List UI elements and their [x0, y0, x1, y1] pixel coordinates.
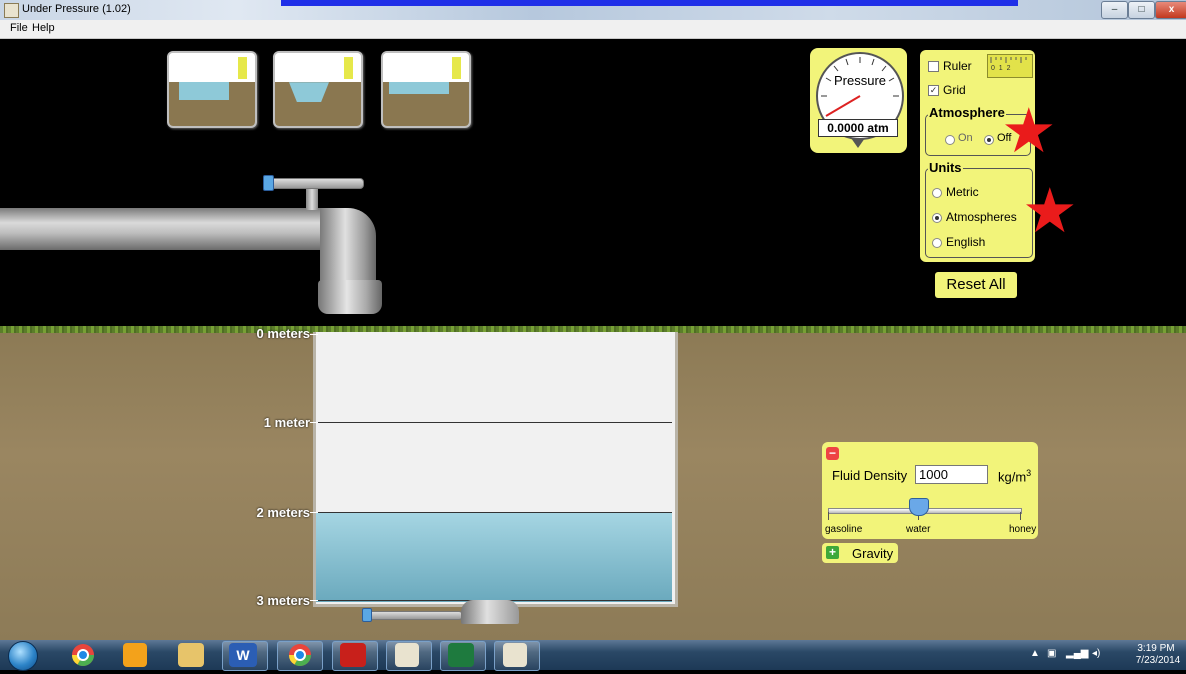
ruler-icon: 0 1 2 [987, 54, 1033, 78]
clock-date[interactable]: 7/23/2014 [1132, 655, 1184, 666]
drain-outlet [461, 600, 519, 624]
depth-tick-3 [310, 600, 318, 601]
word-icon[interactable]: W [229, 643, 257, 667]
java-icon[interactable] [395, 643, 419, 667]
depth-label-2: 2 meters [256, 505, 310, 520]
chrome-icon[interactable] [285, 643, 315, 667]
network-device-icon[interactable]: ▣ [1047, 648, 1056, 659]
menu-file[interactable]: File [10, 22, 28, 34]
fluid-density-unit: kg/m3 [998, 468, 1031, 484]
units-atmospheres-label[interactable]: Atmospheres [946, 210, 1017, 224]
java-icon[interactable] [503, 643, 527, 667]
start-button[interactable] [8, 641, 38, 671]
drain-flow-slider[interactable] [366, 611, 463, 620]
clock-time[interactable]: 3:19 PM [1132, 643, 1180, 654]
faucet-stem [306, 186, 318, 210]
density-tick-honey [1020, 512, 1021, 520]
star-icon: ★ [1001, 97, 1057, 166]
density-label-honey: honey [1009, 524, 1037, 535]
units-title: Units [928, 160, 963, 175]
atmosphere-off-radio[interactable] [984, 135, 994, 145]
depth-tick-1 [310, 422, 318, 423]
density-label-water: water [906, 524, 931, 535]
density-label-gasoline: gasoline [825, 524, 863, 535]
faucet-pipe [0, 208, 345, 250]
menu-bar [0, 20, 1186, 39]
scene-1-button[interactable] [167, 51, 257, 128]
units-atmospheres-radio[interactable] [932, 213, 942, 223]
pressure-readout: 0.0000 atm [818, 119, 898, 137]
depth-label-1: 1 meter [263, 415, 310, 430]
units-english-radio[interactable] [932, 238, 942, 248]
fluid-density-slider-thumb[interactable] [909, 498, 929, 516]
faucet-slider-knob[interactable] [263, 175, 274, 191]
units-metric-radio[interactable] [932, 188, 942, 198]
fluid-density-input[interactable] [915, 465, 988, 484]
java-app-icon [4, 3, 19, 18]
maximize-button[interactable]: □ [1128, 1, 1155, 19]
grid-line-2m [316, 512, 672, 513]
faucet-nozzle [318, 280, 382, 314]
depth-label-0: 0 meters [256, 326, 310, 341]
gauge-needle [825, 95, 861, 117]
atmosphere-on-label[interactable]: On [958, 132, 973, 144]
ruler-checkbox[interactable] [928, 61, 939, 72]
gravity-label[interactable]: Gravity [852, 546, 893, 561]
excel-icon[interactable] [448, 643, 474, 667]
atmosphere-on-radio[interactable] [945, 135, 955, 145]
faucet-flow-slider[interactable] [267, 178, 364, 189]
window-title: Under Pressure (1.02) [22, 3, 131, 15]
show-hidden-icons-icon[interactable]: ▲ [1030, 648, 1040, 659]
depth-tick-0 [310, 334, 318, 335]
outlook-icon[interactable] [123, 643, 147, 667]
minimize-button[interactable]: – [1101, 1, 1128, 19]
gauge-pointer-icon [851, 138, 865, 148]
expand-gravity-button[interactable]: + [826, 546, 839, 559]
acrobat-icon[interactable] [340, 643, 366, 667]
units-metric-label[interactable]: Metric [946, 185, 979, 199]
ruler-label[interactable]: Ruler [943, 59, 972, 73]
file-explorer-icon[interactable] [178, 643, 204, 667]
pool-water [316, 512, 672, 602]
ruler-scale-text: 0 1 2 [991, 65, 1011, 72]
menu-help[interactable]: Help [32, 22, 55, 34]
faucet-elbow [320, 208, 376, 286]
scene-3-button[interactable] [381, 51, 471, 128]
scene-2-button[interactable] [273, 51, 363, 128]
atmosphere-title: Atmosphere [928, 105, 1006, 120]
drain-slider-knob[interactable] [362, 608, 372, 622]
depth-label-3: 3 meters [256, 593, 310, 608]
unit-base: kg/m [998, 469, 1027, 485]
volume-icon[interactable]: ◂) [1092, 648, 1100, 659]
grid-label[interactable]: Grid [943, 83, 966, 97]
close-button[interactable]: x [1155, 1, 1186, 19]
unit-exponent: 3 [1026, 468, 1032, 478]
reset-all-button[interactable]: Reset All [935, 272, 1017, 298]
grid-line-1m [316, 422, 672, 423]
grid-checkbox[interactable]: ✓ [928, 85, 939, 96]
collapse-density-button[interactable]: − [826, 447, 839, 460]
signal-icon[interactable]: ▂▄▆ [1066, 648, 1088, 659]
fluid-density-label: Fluid Density [832, 468, 908, 483]
gauge-title: Pressure [833, 73, 887, 88]
units-english-label[interactable]: English [946, 235, 985, 249]
density-tick-gasoline [828, 512, 829, 520]
chrome-icon[interactable] [68, 643, 98, 667]
star-icon: ★ [1022, 177, 1078, 246]
highlight-bar [281, 0, 1018, 6]
depth-tick-2 [310, 512, 318, 513]
